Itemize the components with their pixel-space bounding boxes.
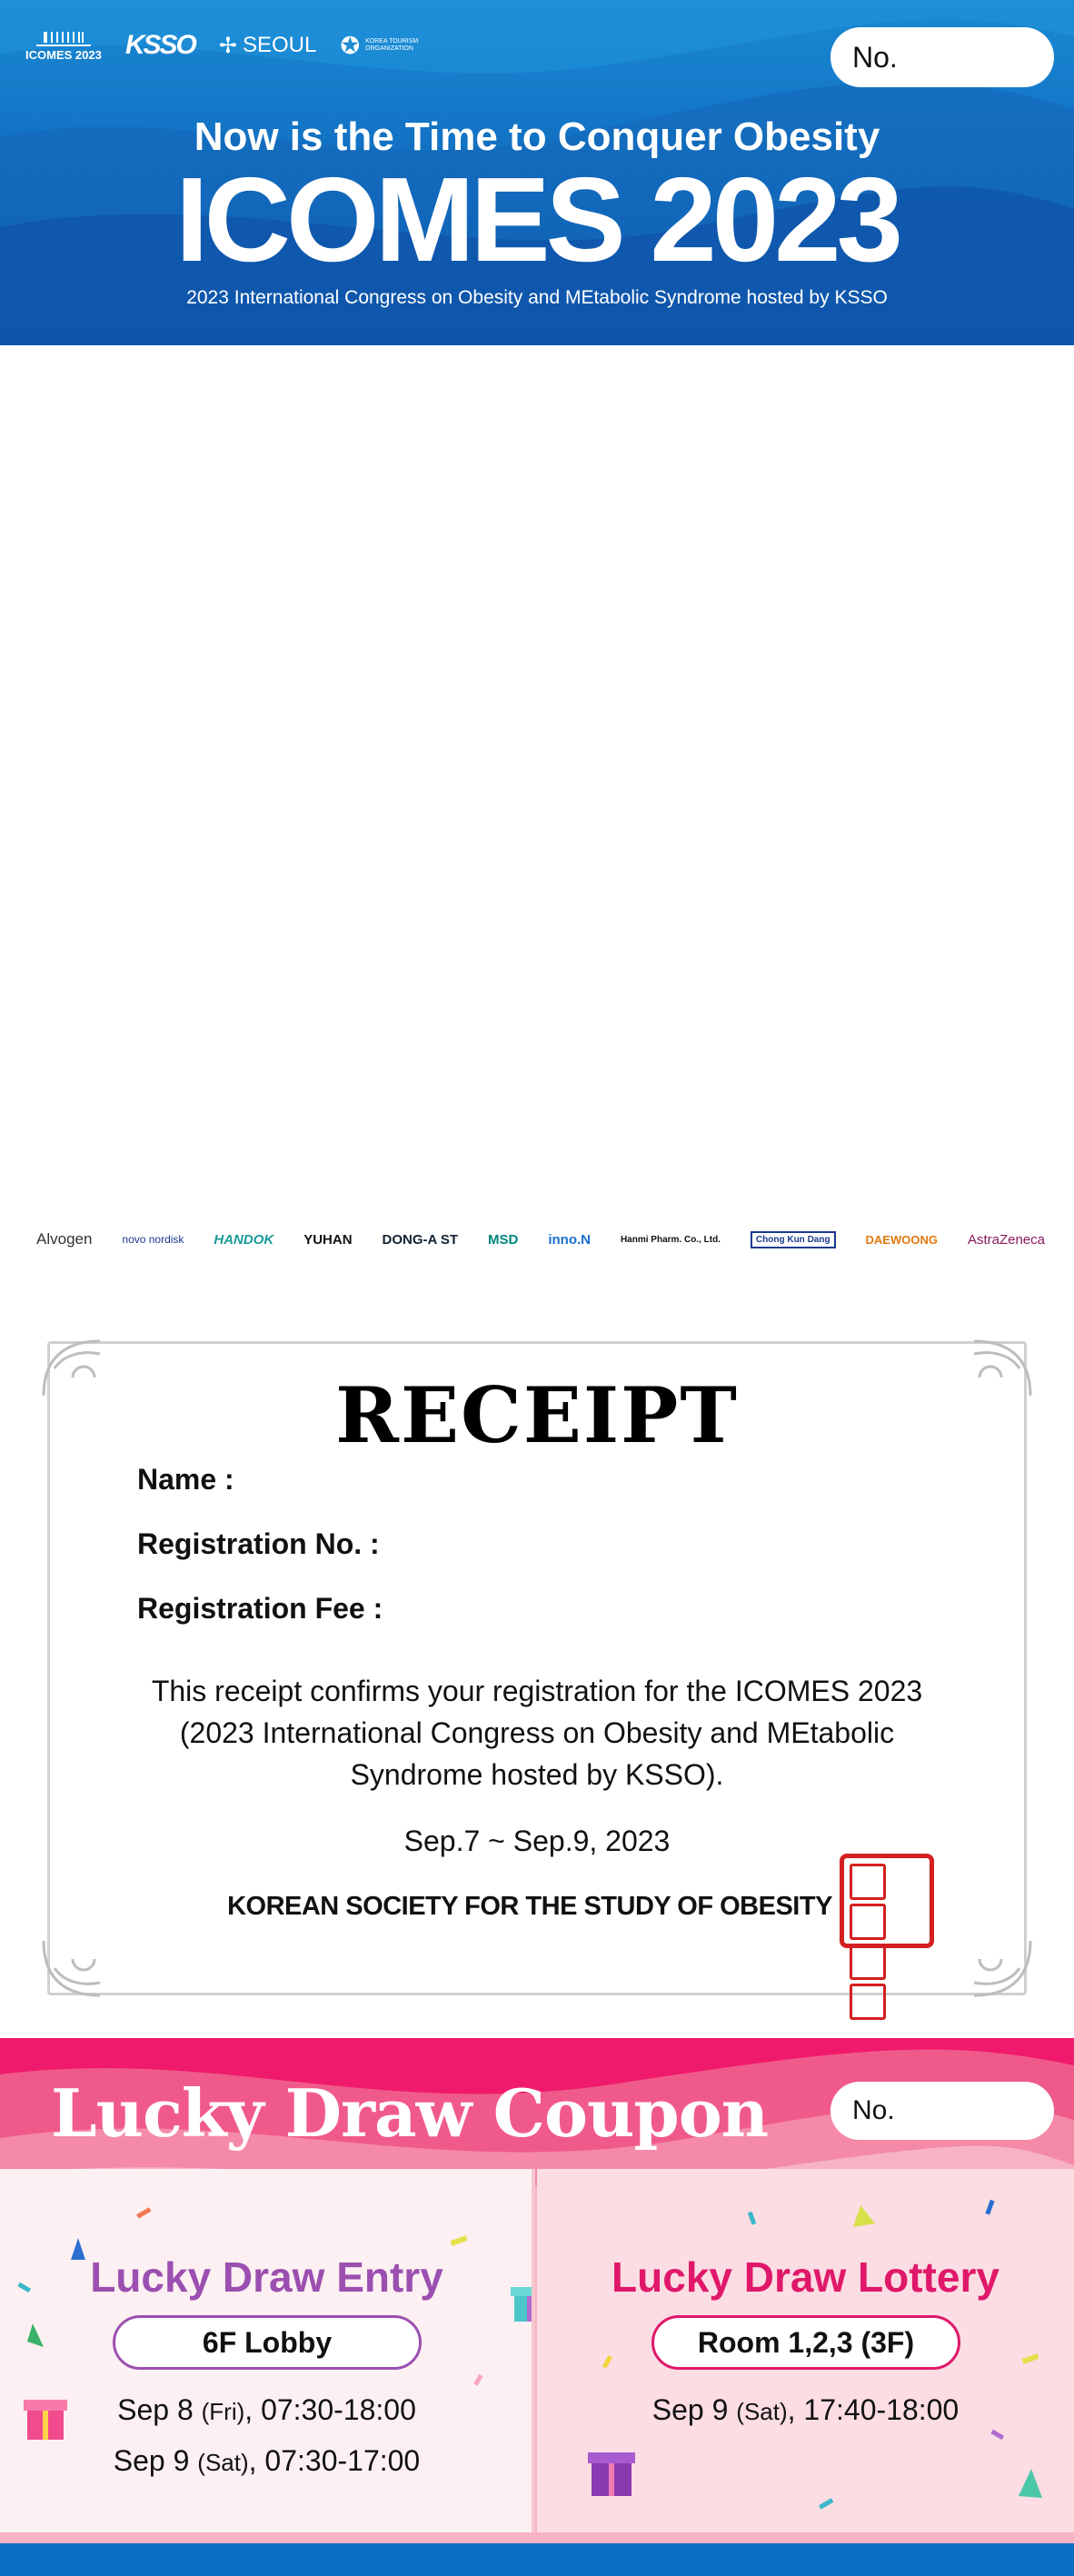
sponsor-handok-logo: HANDOK xyxy=(214,1231,274,1248)
lucky-draw-entry-panel: Lucky Draw Entry 6F Lobby Sep 8 (Fri), 0… xyxy=(0,2169,533,2532)
sponsor-astrazeneca-logo: AstraZeneca xyxy=(967,1231,1045,1248)
receipt-card: RECEIPT Name : Registration No. : Regist… xyxy=(36,1332,1038,2020)
ksso-logo: KSSO xyxy=(124,30,197,60)
gift-box-icon xyxy=(588,2452,635,2496)
sponsor-inno-n-logo: inno.N xyxy=(548,1231,591,1248)
ornament-bottom-left-icon xyxy=(42,1940,101,1997)
footer-bar xyxy=(0,2543,1074,2576)
party-hat-icon xyxy=(853,2205,875,2227)
sponsor-chong-kun-dang-logo: Chong Kun Dang xyxy=(750,1230,836,1248)
partner-logos: ICOMES 2023 KSSO ✢ SEOUL ✪ KOREA TOURISM… xyxy=(25,20,420,71)
panel-divider xyxy=(532,2169,535,2532)
kto-mark-icon: ✪ xyxy=(340,32,361,59)
lucky-draw-lottery-title: Lucky Draw Lottery xyxy=(612,2253,999,2301)
party-hat-icon xyxy=(1019,2469,1042,2498)
lottery-times: Sep 9 (Sat), 17:40-18:00 xyxy=(537,2385,1074,2436)
receipt-title: RECEIPT xyxy=(335,1370,739,1460)
icomes-logo: ICOMES 2023 xyxy=(25,30,102,62)
ornament-bottom-right-icon xyxy=(973,1940,1032,1997)
kto-logo: ✪ KOREA TOURISM ORGANIZATION xyxy=(340,32,419,59)
sponsor-logos: Alvogen novo nordisk HANDOK YUHAN DONG-A… xyxy=(36,1214,1045,1265)
header-banner: ICOMES 2023 KSSO ✢ SEOUL ✪ KOREA TOURISM… xyxy=(0,0,1074,345)
lottery-time-row: Sep 9 (Sat), 17:40-18:00 xyxy=(651,2393,960,2426)
lucky-draw-coupon: Lucky Draw Coupon No. Lucky Draw Entry 6… xyxy=(0,2038,1074,2576)
seoul-logo: ✢ SEOUL xyxy=(218,33,317,58)
confirmation-text: This receipt confirms your registration … xyxy=(151,1675,923,1791)
sponsor-dong-a-st-logo: DONG-A ST xyxy=(382,1231,459,1248)
sponsor-msd-logo: MSD xyxy=(488,1231,519,1248)
registration-no-label: Registration No. : xyxy=(137,1527,380,1560)
party-hat-icon xyxy=(27,2323,44,2347)
event-title: ICOMES 2023 xyxy=(174,153,903,286)
entry-times: Sep 8 (Fri), 07:30-18:00 Sep 9 (Sat), 07… xyxy=(0,2385,533,2487)
lucky-draw-lottery-panel: Lucky Draw Lottery Room 1,2,3 (3F) Sep 9… xyxy=(537,2169,1074,2532)
event-subtitle: 2023 International Congress on Obesity a… xyxy=(186,287,888,308)
icomes-logo-mark-icon xyxy=(35,30,91,46)
sponsor-hanmi-logo: Hanmi Pharm. Co., Ltd. xyxy=(620,1234,721,1245)
entry-time-row: Sep 8 (Fri), 07:30-18:00 xyxy=(117,2393,416,2426)
lucky-draw-entry-title: Lucky Draw Entry xyxy=(90,2253,443,2301)
coupon-number-field: No. xyxy=(830,2082,1054,2140)
ticket-number-field: No. xyxy=(830,27,1054,87)
lucky-draw-title: Lucky Draw Coupon xyxy=(51,2074,769,2152)
lottery-location-badge: Room 1,2,3 (3F) xyxy=(651,2315,960,2370)
sponsor-alvogen-logo: Alvogen xyxy=(36,1230,93,1248)
sponsor-yuhan-logo: YUHAN xyxy=(303,1231,353,1248)
entry-time-row: Sep 9 (Sat), 07:30-17:00 xyxy=(113,2444,421,2477)
name-label: Name : xyxy=(137,1463,234,1496)
entry-location-badge: 6F Lobby xyxy=(113,2315,422,2370)
sponsor-novo-nordisk-logo: novo nordisk xyxy=(122,1233,184,1246)
registration-fee-label: Registration Fee : xyxy=(137,1592,383,1625)
official-seal-icon xyxy=(840,1854,934,2020)
seoul-swirl-icon: ✢ xyxy=(218,33,237,58)
sponsor-daewoong-logo: DAEWOONG xyxy=(865,1232,938,1247)
